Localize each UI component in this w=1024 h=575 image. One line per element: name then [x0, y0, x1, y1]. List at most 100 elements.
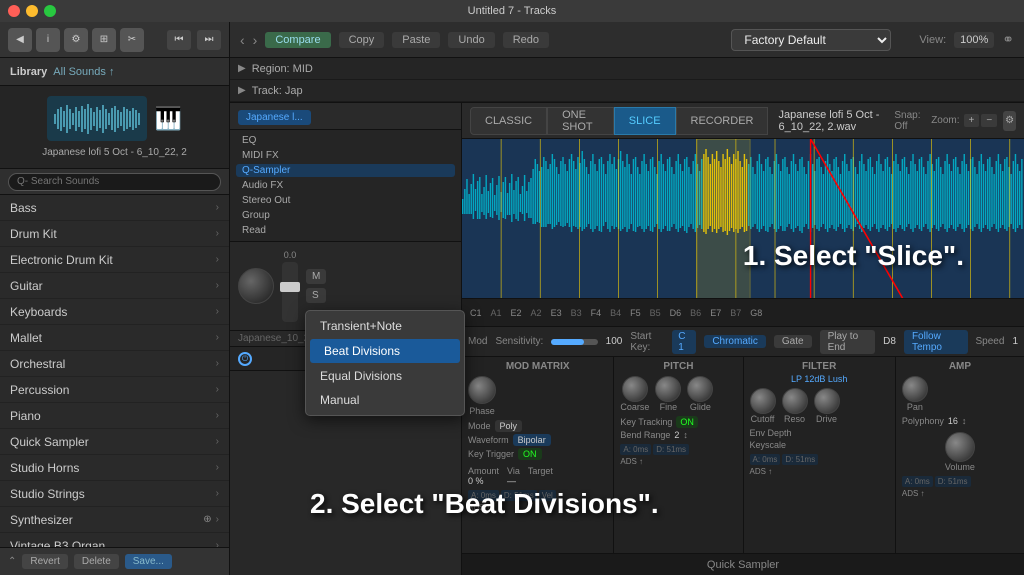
cutoff-knob[interactable]: [750, 388, 776, 414]
track-expand-icon[interactable]: ▶: [238, 85, 246, 96]
follow-tempo-button[interactable]: Follow Tempo: [904, 330, 968, 354]
redo-button[interactable]: Redo: [503, 32, 549, 48]
key-b5[interactable]: B5: [646, 308, 665, 318]
maximize-button[interactable]: [44, 5, 56, 17]
glide-knob[interactable]: [687, 376, 713, 402]
eq-tab[interactable]: EQ: [236, 134, 455, 147]
sidebar-item-quick-sampler[interactable]: Quick Sampler ›: [0, 429, 229, 455]
library-settings-button[interactable]: ⚙: [64, 28, 88, 52]
key-c1[interactable]: C1: [466, 308, 486, 318]
tab-recorder[interactable]: RECORDER: [676, 107, 769, 135]
key-b7[interactable]: B7: [726, 308, 745, 318]
key-a2[interactable]: A2: [527, 308, 546, 318]
dropdown-item-manual[interactable]: Manual: [306, 388, 464, 412]
revert-button[interactable]: Revert: [22, 554, 67, 569]
solo-button[interactable]: S: [306, 288, 326, 303]
undo-button[interactable]: Undo: [448, 32, 494, 48]
close-button[interactable]: [8, 5, 20, 17]
q-sampler-tab[interactable]: Q-Sampler: [236, 164, 455, 177]
library-info-button[interactable]: i: [36, 28, 60, 52]
paste-button[interactable]: Paste: [392, 32, 440, 48]
mute-button[interactable]: M: [306, 269, 326, 284]
key-d6[interactable]: D6: [666, 308, 686, 318]
sidebar-item-guitar[interactable]: Guitar ›: [0, 273, 229, 299]
library-grid-button[interactable]: ⊞: [92, 28, 116, 52]
filter-type[interactable]: LP 12dB Lush: [750, 374, 889, 384]
chromatic-button[interactable]: Chromatic: [704, 335, 766, 348]
phase-knob[interactable]: [468, 376, 496, 404]
sidebar-item-piano[interactable]: Piano ›: [0, 403, 229, 429]
zoom-in-button[interactable]: +: [964, 114, 980, 127]
tab-slice[interactable]: SLICE: [614, 107, 676, 135]
volume-fader[interactable]: [282, 262, 298, 322]
save-button[interactable]: Save...: [125, 554, 172, 569]
sidebar-item-orchestral[interactable]: Orchestral ›: [0, 351, 229, 377]
nav-forward-arrow[interactable]: ›: [253, 32, 258, 48]
read-tab[interactable]: Read: [236, 224, 455, 237]
key-g8[interactable]: G8: [746, 308, 766, 318]
waveform-row: Waveform Bipolar: [468, 434, 607, 446]
coarse-knob[interactable]: [622, 376, 648, 402]
dropdown-item-beat-divisions[interactable]: Beat Divisions: [310, 339, 460, 363]
play-to-end-button[interactable]: Play to End: [820, 330, 876, 354]
preset-selector[interactable]: Factory Default: [731, 29, 891, 51]
tab-one-shot[interactable]: ONE SHOT: [547, 107, 614, 135]
library-back-button[interactable]: ◀: [8, 28, 32, 52]
pan-amp-knob[interactable]: [902, 376, 928, 402]
delete-button[interactable]: Delete: [74, 554, 119, 569]
sidebar-item-electronic-drum-kit[interactable]: Electronic Drum Kit ›: [0, 247, 229, 273]
stereo-out-tab[interactable]: Stereo Out: [236, 194, 455, 207]
copy-button[interactable]: Copy: [339, 32, 385, 48]
key-f5[interactable]: F5: [626, 308, 645, 318]
pan-knob[interactable]: [238, 268, 274, 304]
nav-back-arrow[interactable]: ‹: [240, 32, 245, 48]
settings-button[interactable]: ⚙: [1003, 111, 1016, 131]
sensitivity-slider[interactable]: [551, 339, 597, 345]
key-b3[interactable]: B3: [567, 308, 586, 318]
key-b4[interactable]: B4: [606, 308, 625, 318]
waveform-value[interactable]: Bipolar: [513, 434, 551, 446]
key-e2[interactable]: E2: [507, 308, 526, 318]
key-e7[interactable]: E7: [706, 308, 725, 318]
volume-knob[interactable]: [945, 432, 975, 462]
gate-button[interactable]: Gate: [774, 335, 812, 348]
sidebar-item-studio-strings[interactable]: Studio Strings ›: [0, 481, 229, 507]
sidebar-item-mallet[interactable]: Mallet ›: [0, 325, 229, 351]
view-value[interactable]: 100%: [954, 32, 994, 48]
key-trigger-value[interactable]: ON: [518, 448, 542, 460]
minimize-button[interactable]: [26, 5, 38, 17]
mode-value[interactable]: Poly: [495, 420, 523, 432]
all-sounds-label[interactable]: All Sounds ↑: [53, 66, 114, 78]
fine-knob[interactable]: [655, 376, 681, 402]
dropdown-item-equal-divisions[interactable]: Equal Divisions: [306, 364, 464, 388]
key-a1[interactable]: A1: [487, 308, 506, 318]
search-input[interactable]: [8, 173, 221, 191]
sidebar-item-bass[interactable]: Bass ›: [0, 195, 229, 221]
sidebar-item-keyboards[interactable]: Keyboards ›: [0, 299, 229, 325]
region-expand-icon[interactable]: ▶: [238, 63, 246, 74]
start-key-value[interactable]: C 1: [672, 330, 696, 354]
key-tracking-value[interactable]: ON: [676, 416, 698, 428]
sidebar-item-vintage-b3[interactable]: Vintage B3 Organ ›: [0, 533, 229, 547]
sidebar-item-studio-horns[interactable]: Studio Horns ›: [0, 455, 229, 481]
audio-fx-tab[interactable]: Audio FX: [236, 179, 455, 192]
sidebar-item-drum-kit[interactable]: Drum Kit ›: [0, 221, 229, 247]
compare-button[interactable]: Compare: [265, 32, 330, 48]
sidebar-item-percussion[interactable]: Percussion ›: [0, 377, 229, 403]
dropdown-item-transient-note[interactable]: Transient+Note: [306, 314, 464, 338]
tab-classic[interactable]: CLASSIC: [470, 107, 547, 135]
midi-fx-tab[interactable]: MIDI FX: [236, 149, 455, 162]
sidebar-item-synthesizer[interactable]: Synthesizer ⊕ ›: [0, 507, 229, 533]
snap-label[interactable]: Snap: Off: [894, 110, 921, 132]
group-tab[interactable]: Group: [236, 209, 455, 222]
drive-knob[interactable]: [814, 388, 840, 414]
zoom-out-button[interactable]: −: [981, 114, 997, 127]
power-button[interactable]: ⏻: [238, 352, 252, 366]
reso-knob[interactable]: [782, 388, 808, 414]
key-e3[interactable]: E3: [547, 308, 566, 318]
key-f4[interactable]: F4: [587, 308, 606, 318]
rewind-button[interactable]: ⏮: [167, 30, 191, 50]
library-scissors-button[interactable]: ✂: [120, 28, 144, 52]
fast-forward-button[interactable]: ⏭: [197, 30, 221, 50]
key-b6[interactable]: B6: [686, 308, 705, 318]
